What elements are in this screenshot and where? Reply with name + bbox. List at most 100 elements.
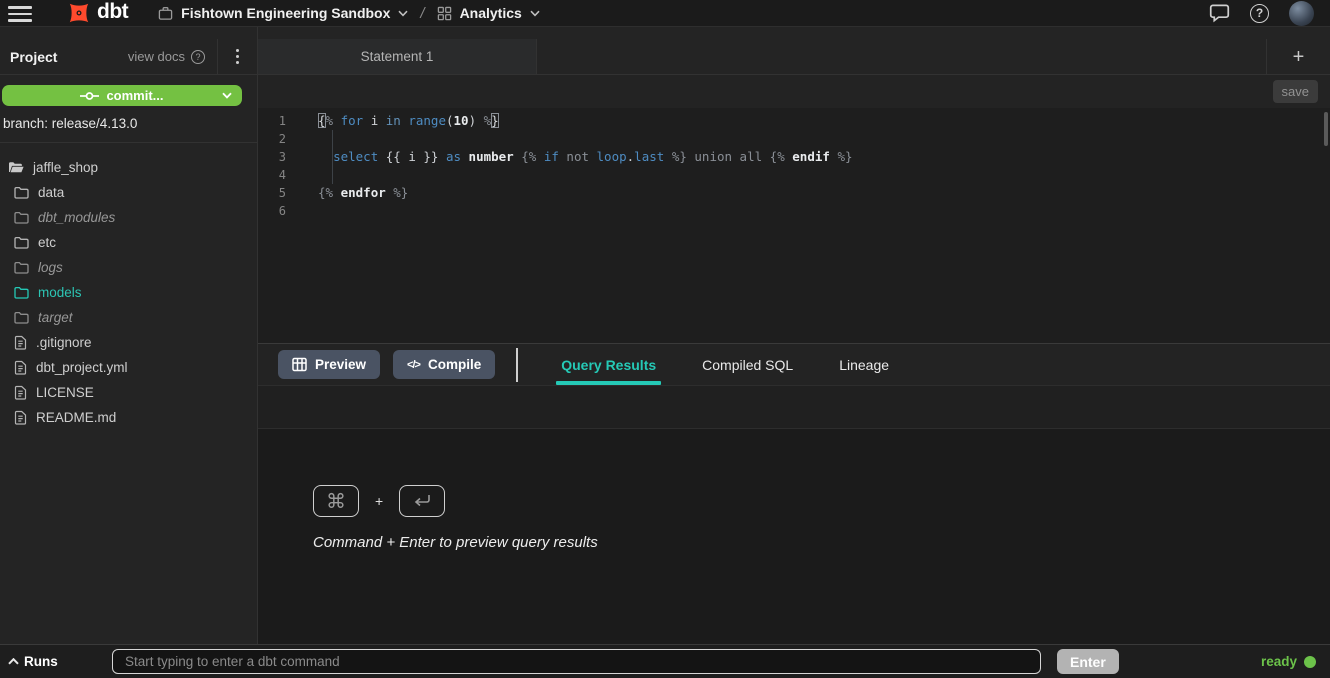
chat-bubble-icon[interactable]: [1209, 3, 1230, 23]
docs-help-icon: ?: [191, 50, 205, 64]
editor-scrollbar[interactable]: [1324, 112, 1328, 146]
tree-item-target[interactable]: target: [0, 305, 257, 330]
file-tree: jaffle_shopdata dbt_modulesetclogs models t…: [0, 143, 257, 430]
hamburger-menu-icon[interactable]: [8, 6, 32, 22]
file-icon: [14, 360, 27, 375]
dbt-command-input[interactable]: [112, 649, 1041, 674]
code-text: {% endfor %}: [296, 184, 408, 202]
code-text: [296, 202, 318, 220]
dbt-logo-text: dbt: [97, 0, 128, 24]
tree-item-label: models: [38, 285, 82, 300]
file-icon: [14, 335, 27, 350]
file-explorer-sidebar: Project view docs ? commit... branch: re…: [0, 27, 258, 644]
editor-tab-statement-1[interactable]: Statement 1: [258, 39, 537, 74]
results-panel: Preview </> Compile Query ResultsCompile…: [258, 343, 1330, 644]
folder-icon: [14, 286, 29, 299]
indent-guide: [332, 130, 333, 184]
new-tab-button[interactable]: +: [1293, 47, 1305, 67]
tree-item-readme-md[interactable]: README.md: [0, 405, 257, 430]
tab-lineage[interactable]: Lineage: [816, 344, 912, 385]
folder-icon: [14, 236, 29, 249]
enter-button[interactable]: Enter: [1057, 649, 1119, 674]
line-number: 2: [258, 130, 296, 148]
tree-item-label: target: [38, 310, 73, 325]
help-icon[interactable]: ?: [1250, 4, 1269, 23]
editor-toolbar: save: [258, 75, 1330, 108]
tree-item-label: jaffle_shop: [33, 160, 98, 175]
code-text: [296, 166, 318, 184]
chevron-down-icon: [530, 10, 540, 17]
kebab-menu-icon: [236, 49, 239, 64]
commit-button[interactable]: commit...: [2, 85, 242, 106]
results-tabs: Query ResultsCompiled SQLLineage: [538, 344, 912, 385]
code-line-2[interactable]: 2: [258, 130, 1330, 148]
folder-icon: [14, 311, 29, 324]
tree-item-label: data: [38, 185, 64, 200]
tree-item-dbt-project-yml[interactable]: dbt_project.yml: [0, 355, 257, 380]
save-button[interactable]: save: [1273, 80, 1318, 103]
project-switcher[interactable]: Fishtown Engineering Sandbox: [158, 5, 408, 21]
workspace-switcher[interactable]: Analytics: [437, 5, 540, 21]
top-bar: dbt Fishtown Engineering Sandbox / Analy…: [0, 0, 1330, 27]
file-icon: [14, 410, 27, 425]
tree-item-label: LICENSE: [36, 385, 94, 400]
results-toolbar: Preview </> Compile Query ResultsCompile…: [258, 344, 1330, 386]
chevron-down-icon: [222, 92, 232, 99]
code-line-5[interactable]: 5{% endfor %}: [258, 184, 1330, 202]
tree-item-models[interactable]: models: [0, 280, 257, 305]
tree-item-dbt-modules[interactable]: dbt_modules: [0, 205, 257, 230]
toolbar-divider: [516, 348, 518, 382]
file-icon: [14, 385, 27, 400]
code-text: [296, 130, 318, 148]
sidebar-header: Project view docs ?: [0, 27, 257, 75]
project-name: Fishtown Engineering Sandbox: [181, 5, 390, 21]
tab-compiled-sql[interactable]: Compiled SQL: [679, 344, 816, 385]
user-avatar[interactable]: [1289, 1, 1314, 26]
compile-button[interactable]: </> Compile: [393, 350, 495, 379]
status-indicator: ready: [1261, 654, 1316, 669]
tree-item-logs[interactable]: logs: [0, 255, 257, 280]
results-subheader: [258, 386, 1330, 429]
results-body: ⌘ + Command + Enter to preview query res…: [258, 429, 1330, 644]
code-editor[interactable]: 1{% for i in range(10) %}23 select {{ i …: [258, 108, 1330, 343]
preview-button[interactable]: Preview: [278, 350, 380, 379]
sidebar-menu-button[interactable]: [217, 39, 257, 74]
code-line-6[interactable]: 6: [258, 202, 1330, 220]
code-text: {% for i in range(10) %}: [296, 112, 499, 130]
runs-toggle[interactable]: Runs: [8, 654, 58, 669]
code-text: select {{ i }} as number {% if not loop.…: [296, 148, 853, 166]
tree-item-label: README.md: [36, 410, 116, 425]
code-line-1[interactable]: 1{% for i in range(10) %}: [258, 112, 1330, 130]
shortcut-keys: ⌘ +: [313, 485, 1330, 517]
folder-icon: [14, 211, 29, 224]
tree-item-label: dbt_project.yml: [36, 360, 128, 375]
tree-item-data[interactable]: data: [0, 180, 257, 205]
code-icon: </>: [407, 359, 420, 371]
line-number: 1: [258, 112, 296, 130]
tree-item-label: .gitignore: [36, 335, 92, 350]
new-tab-zone: +: [1266, 39, 1330, 74]
tree-item-license[interactable]: LICENSE: [0, 380, 257, 405]
workspace-name: Analytics: [460, 5, 522, 21]
code-line-3[interactable]: 3 select {{ i }} as number {% if not loo…: [258, 148, 1330, 166]
code-line-4[interactable]: 4: [258, 166, 1330, 184]
branch-label: branch: release/4.13.0: [3, 116, 257, 131]
line-number: 5: [258, 184, 296, 202]
line-number: 3: [258, 148, 296, 166]
editor-tab-bar: Statement 1 +: [258, 27, 1330, 75]
tree-item--gitignore[interactable]: .gitignore: [0, 330, 257, 355]
folder-open-icon: [8, 161, 24, 174]
command-bar: Runs Enter ready: [0, 644, 1330, 678]
return-key-icon: [399, 485, 445, 517]
tab-query-results[interactable]: Query Results: [538, 344, 679, 385]
breadcrumb-separator: /: [420, 5, 424, 22]
tree-item-etc[interactable]: etc: [0, 230, 257, 255]
command-key-icon: ⌘: [313, 485, 359, 517]
tree-item-jaffle-shop[interactable]: jaffle_shop: [0, 155, 257, 180]
view-docs-link[interactable]: view docs ?: [128, 49, 217, 64]
chevron-up-icon: [8, 658, 19, 665]
sidebar-title: Project: [10, 49, 57, 65]
dbt-logo-icon: [66, 0, 92, 26]
folder-icon: [14, 261, 29, 274]
status-dot: [1304, 656, 1316, 668]
